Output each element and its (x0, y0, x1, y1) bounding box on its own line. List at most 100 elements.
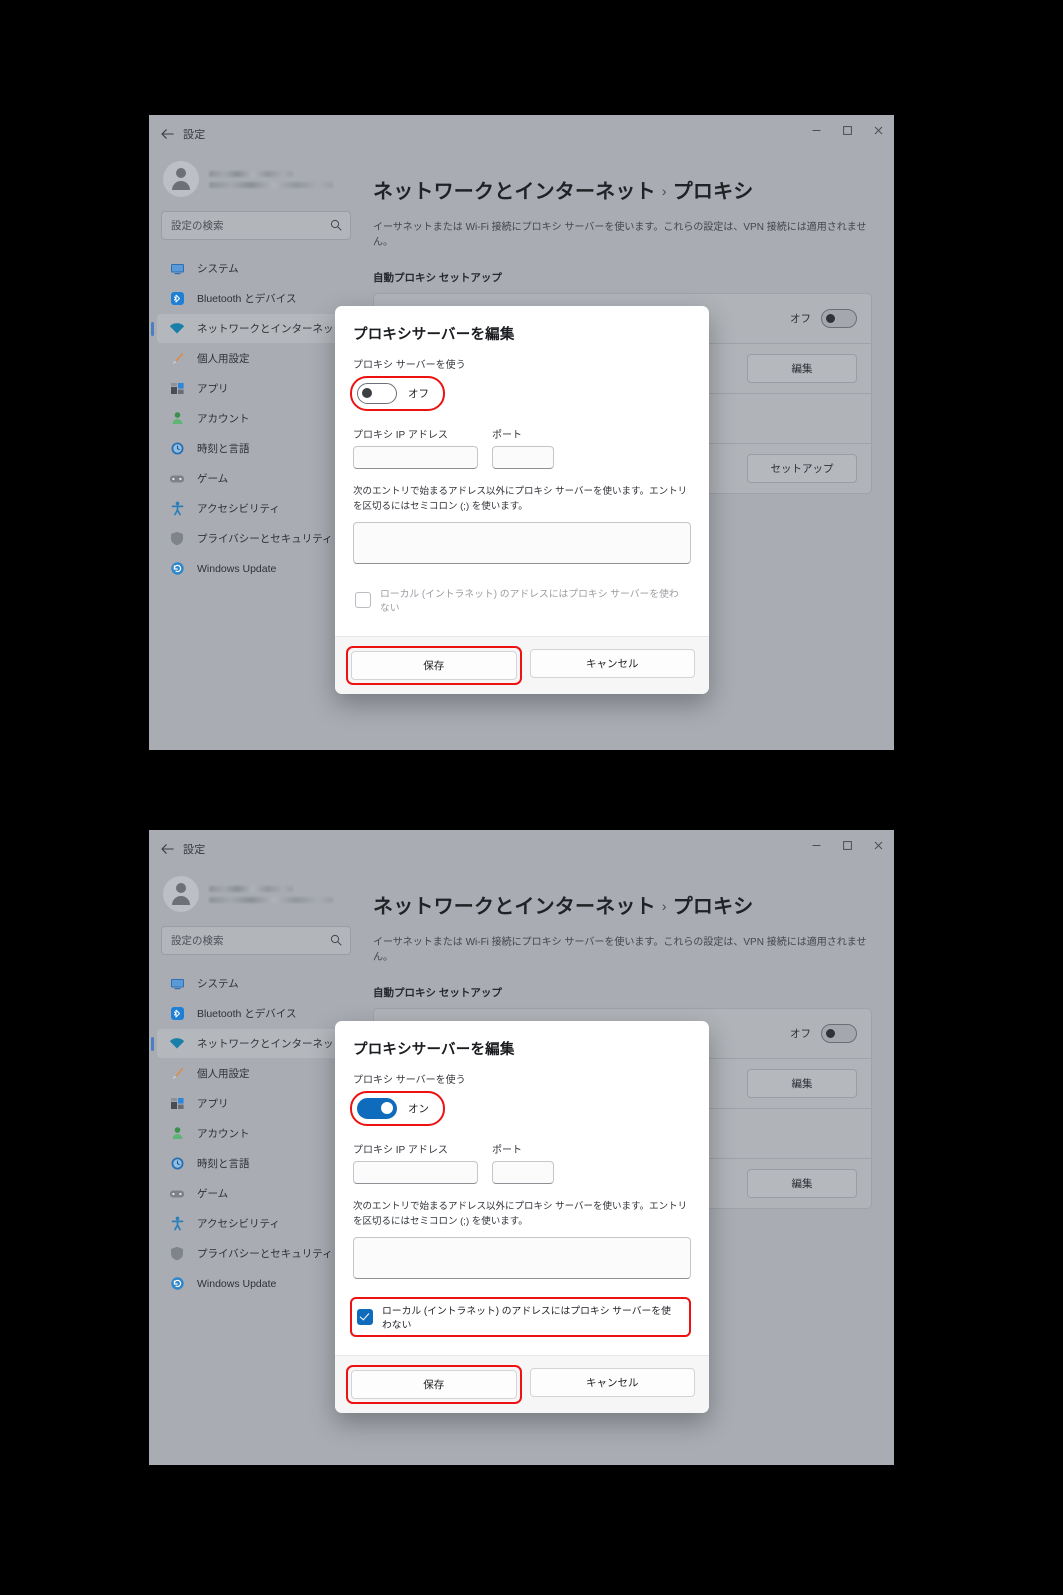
search-icon (330, 218, 342, 236)
sidebar-item-time-language[interactable]: 時刻と言語 (157, 434, 353, 463)
dialog-footer: 保存 キャンセル (335, 1355, 709, 1414)
sidebar-item-label: 個人用設定 (197, 353, 250, 365)
proxy-ip-input[interactable] (353, 1161, 478, 1184)
sidebar-item-label: ゲーム (197, 1188, 229, 1200)
proxy-port-input[interactable] (492, 1161, 554, 1184)
sidebar-item-system[interactable]: システム (157, 969, 353, 998)
exceptions-input[interactable] (353, 1237, 691, 1280)
sidebar-item-personalization[interactable]: 個人用設定 (157, 1059, 353, 1088)
sidebar-item-apps[interactable]: アプリ (157, 374, 353, 403)
proxy-port-input[interactable] (492, 446, 554, 469)
proxy-ip-input[interactable] (353, 446, 478, 469)
sidebar-item-apps[interactable]: アプリ (157, 1089, 353, 1118)
page-description: イーサネットまたは Wi-Fi 接続にプロキシ サーバーを使います。これらの設定… (373, 937, 867, 963)
edit-manual-proxy-button[interactable]: 編集 (747, 1169, 857, 1198)
proxy-port-field-group: ポート (492, 426, 554, 469)
bluetooth-icon (169, 291, 185, 307)
sidebar-item-system[interactable]: システム (157, 254, 353, 283)
breadcrumb-parent[interactable]: ネットワークとインターネット (373, 181, 656, 203)
minimize-icon[interactable] (801, 830, 832, 860)
account-block[interactable] (157, 153, 353, 209)
sidebar-item-bluetooth[interactable]: Bluetooth とデバイス (157, 284, 353, 313)
maximize-icon[interactable] (832, 830, 863, 860)
account-block[interactable] (157, 868, 353, 924)
account-name-redacted (209, 885, 293, 892)
sidebar-item-windows-update[interactable]: Windows Update (157, 1269, 353, 1298)
accessibility-icon (169, 501, 185, 517)
search-input[interactable]: 設定の検索 (161, 926, 351, 955)
sidebar-item-privacy-security[interactable]: プライバシーとセキュリティ (157, 524, 353, 553)
sidebar-item-label: システム (197, 263, 239, 275)
clock-globe-icon (169, 1156, 185, 1172)
use-proxy-toggle[interactable] (357, 1098, 397, 1119)
bypass-local-row[interactable]: ローカル (イントラネット) のアドレスにはプロキシ サーバーを使わない (350, 1297, 691, 1338)
sidebar-item-label: 個人用設定 (197, 1068, 250, 1080)
close-icon[interactable] (863, 830, 894, 860)
sidebar-item-bluetooth[interactable]: Bluetooth とデバイス (157, 999, 353, 1028)
exceptions-hint: 次のエントリで始まるアドレス以外にプロキシ サーバーを使います。エントリを区切る… (353, 1201, 688, 1227)
setup-button[interactable]: セットアップ (747, 454, 857, 483)
sidebar-item-network-internet[interactable]: ネットワークとインターネット (151, 314, 353, 343)
sidebar-item-windows-update[interactable]: Windows Update (157, 554, 353, 583)
sidebar-item-label: システム (197, 978, 239, 990)
search-input[interactable]: 設定の検索 (161, 211, 351, 240)
minimize-icon[interactable] (801, 115, 832, 145)
sidebar-item-time-language[interactable]: 時刻と言語 (157, 1149, 353, 1178)
sidebar-item-label: アプリ (197, 1098, 229, 1110)
proxy-port-label: ポート (492, 1145, 522, 1156)
sidebar-item-label: プライバシーとセキュリティ (197, 533, 333, 545)
sidebar-item-accounts[interactable]: アカウント (157, 404, 353, 433)
gamepad-icon (169, 1186, 185, 1202)
dialog-footer: 保存 キャンセル (335, 636, 709, 695)
account-name-redacted (209, 170, 293, 177)
dialog-body: プロキシサーバーを編集 プロキシ サーバーを使う オフ プロキシ IP アドレス… (335, 306, 709, 636)
back-arrow-icon[interactable] (157, 840, 177, 860)
edit-button[interactable]: 編集 (747, 354, 857, 383)
bypass-local-checkbox[interactable] (355, 592, 371, 609)
save-button[interactable]: 保存 (351, 651, 517, 681)
close-icon[interactable] (863, 115, 894, 145)
sidebar-item-network-internet[interactable]: ネットワークとインターネット (151, 1029, 353, 1058)
cancel-button[interactable]: キャンセル (529, 649, 695, 679)
breadcrumb-current: プロキシ (672, 896, 754, 918)
sidebar-item-gaming[interactable]: ゲーム (157, 1179, 353, 1208)
bypass-local-row[interactable]: ローカル (イントラネット) のアドレスにはプロキシ サーバーを使わない (350, 582, 691, 618)
apps-icon (169, 381, 185, 397)
toggle-state-label: オフ (790, 1028, 811, 1040)
sidebar: 設定の検索 システム Bluetooth とデバイス ネットワークとインターネッ… (149, 868, 361, 1465)
edit-button[interactable]: 編集 (747, 1069, 857, 1098)
sidebar-item-label: Windows Update (197, 562, 277, 575)
use-proxy-toggle[interactable] (357, 383, 397, 404)
account-text (209, 170, 333, 188)
sidebar-item-accounts[interactable]: アカウント (157, 1119, 353, 1148)
person-icon (169, 1126, 185, 1142)
address-fields: プロキシ IP アドレス ポート (353, 426, 691, 469)
auto-detect-toggle[interactable] (821, 1024, 857, 1043)
sidebar-item-accessibility[interactable]: アクセシビリティ (157, 494, 353, 523)
sidebar-item-accessibility[interactable]: アクセシビリティ (157, 1209, 353, 1238)
brush-icon (169, 1066, 185, 1082)
save-button-highlight: 保存 (346, 646, 522, 686)
sidebar-item-gaming[interactable]: ゲーム (157, 464, 353, 493)
avatar (163, 161, 199, 197)
update-icon (169, 561, 185, 577)
proxy-ip-field-group: プロキシ IP アドレス (353, 1141, 478, 1184)
cancel-button[interactable]: キャンセル (529, 1368, 695, 1398)
bypass-local-label: ローカル (イントラネット) のアドレスにはプロキシ サーバーを使わない (380, 589, 679, 615)
sidebar-item-label: アクセシビリティ (197, 503, 280, 515)
breadcrumb-parent[interactable]: ネットワークとインターネット (373, 896, 656, 918)
save-button[interactable]: 保存 (351, 1370, 517, 1400)
use-proxy-toggle-state: オフ (408, 388, 429, 400)
account-email-redacted (209, 896, 333, 903)
proxy-ip-field-group: プロキシ IP アドレス (353, 426, 478, 469)
back-arrow-icon[interactable] (157, 125, 177, 145)
sidebar-item-privacy-security[interactable]: プライバシーとセキュリティ (157, 1239, 353, 1268)
maximize-icon[interactable] (832, 115, 863, 145)
sidebar-item-personalization[interactable]: 個人用設定 (157, 344, 353, 373)
bypass-local-checkbox[interactable] (357, 1309, 373, 1326)
address-fields: プロキシ IP アドレス ポート (353, 1141, 691, 1184)
exceptions-input[interactable] (353, 522, 691, 565)
auto-detect-toggle[interactable] (821, 309, 857, 328)
edit-proxy-dialog: プロキシサーバーを編集 プロキシ サーバーを使う オフ プロキシ IP アドレス… (335, 306, 709, 695)
sidebar-item-label: Windows Update (197, 1277, 277, 1290)
